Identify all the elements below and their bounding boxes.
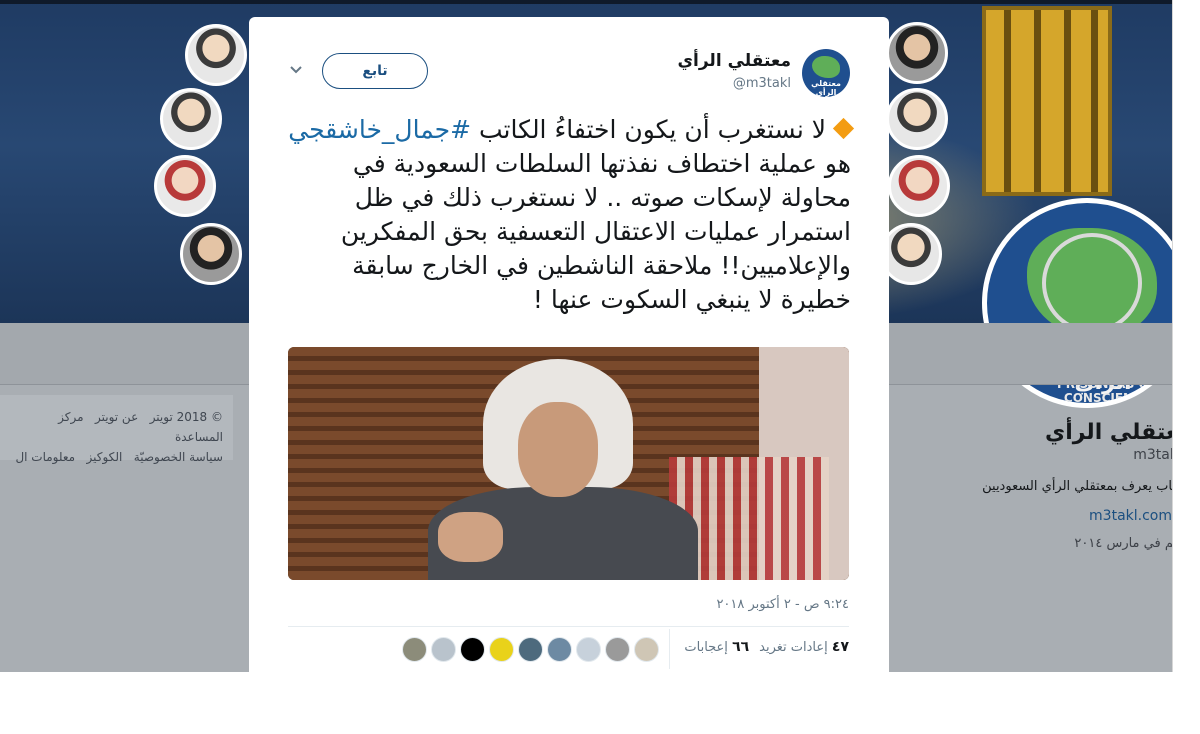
profile-handle: @m3tak (1133, 447, 1172, 463)
tweet-photo[interactable] (288, 347, 849, 580)
tweet-text: لا نستغرب أن يكون اختفاءُ الكاتب #جمال_خ… (285, 113, 855, 317)
footer-links: © 2018 تويتر عن تويتر مركز المساعدة سياس… (0, 395, 233, 464)
footer-link[interactable]: سياسة الخصوصيّة (134, 450, 223, 464)
liker-avatar[interactable] (431, 637, 456, 662)
footer-link[interactable]: © 2018 تويتر (150, 410, 223, 424)
profile-link[interactable]: m3takl.com (940, 508, 1172, 524)
tweet-text-part: هو عملية اختطاف نفذتها السلطات السعودية … (340, 149, 851, 314)
detainee-portrait (886, 22, 948, 84)
likes-stat[interactable]: ٦٦ إعجابات (684, 639, 749, 655)
detainee-portrait (154, 155, 216, 217)
stats-separator (669, 629, 670, 669)
tweet-timestamp[interactable]: ٩:٢٤ ص - ٢ أكتوبر ٢٠١٨ (716, 597, 849, 612)
liker-avatar[interactable] (634, 637, 659, 662)
liker-avatar[interactable] (460, 637, 485, 662)
liker-avatar[interactable] (576, 637, 601, 662)
detainee-portrait (880, 223, 942, 285)
tweet-text-part: لا نستغرب أن يكون اختفاءُ الكاتب (471, 115, 826, 144)
profile-name: معتقلي الرأي (1045, 420, 1172, 445)
likers-avatars (402, 637, 659, 662)
page-scrollbar[interactable] (1172, 0, 1200, 672)
detainee-portrait (180, 223, 242, 285)
retweets-stat[interactable]: ٤٧ إعادات تغريد (759, 639, 849, 655)
follow-button[interactable]: تابع (322, 53, 428, 89)
profile-card: معتقلي الرأي @m3tak حساب يعرف بمعتقلي ال… (940, 420, 1172, 551)
tweet-modal: معتقلي الرأي معتقلي الرأي @m3takl تابع ل… (249, 17, 889, 672)
author-handle[interactable]: @m3takl (733, 76, 791, 91)
banner-top-strip (0, 0, 1172, 4)
photo-face (518, 402, 598, 497)
liker-avatar[interactable] (547, 637, 572, 662)
detainee-portrait (888, 155, 950, 217)
photo-hand (438, 512, 503, 562)
footer-link[interactable]: معلومات ال (15, 450, 75, 464)
liker-avatar[interactable] (402, 637, 427, 662)
liker-avatar[interactable] (518, 637, 543, 662)
author-avatar[interactable]: معتقلي الرأي (802, 49, 850, 97)
prison-window-graphic (982, 6, 1112, 196)
detainee-portrait (185, 24, 247, 86)
chevron-down-icon[interactable] (289, 63, 303, 77)
author-name[interactable]: معتقلي الرأي (677, 51, 791, 71)
tweet-stats: ٤٧ إعادات تغريد ٦٦ إعجابات (684, 639, 849, 655)
liker-avatar[interactable] (489, 637, 514, 662)
detainee-portrait (160, 88, 222, 150)
detainee-portrait (886, 88, 948, 150)
footer-link[interactable]: الكوكيز (87, 450, 123, 464)
saudi-map-icon (812, 56, 840, 78)
profile-bio: حساب يعرف بمعتقلي الرأي السعوديين (982, 479, 1172, 494)
footer-link[interactable]: عن تويتر (95, 410, 138, 424)
orange-diamond-icon (832, 117, 855, 140)
retweets-count: ٤٧ (831, 639, 849, 655)
liker-avatar[interactable] (605, 637, 630, 662)
retweets-label: إعادات تغريد (759, 640, 828, 655)
profile-joined: انضم في مارس ٢٠١٤ (1074, 536, 1172, 551)
avatar-logo-text: معتقلي الرأي (811, 79, 841, 97)
likes-label: إعجابات (684, 640, 728, 655)
likes-count: ٦٦ (732, 639, 750, 655)
hashtag-link[interactable]: #جمال_خاشقجي (288, 115, 471, 144)
barbed-ring-icon (1042, 233, 1142, 333)
divider (288, 626, 849, 627)
